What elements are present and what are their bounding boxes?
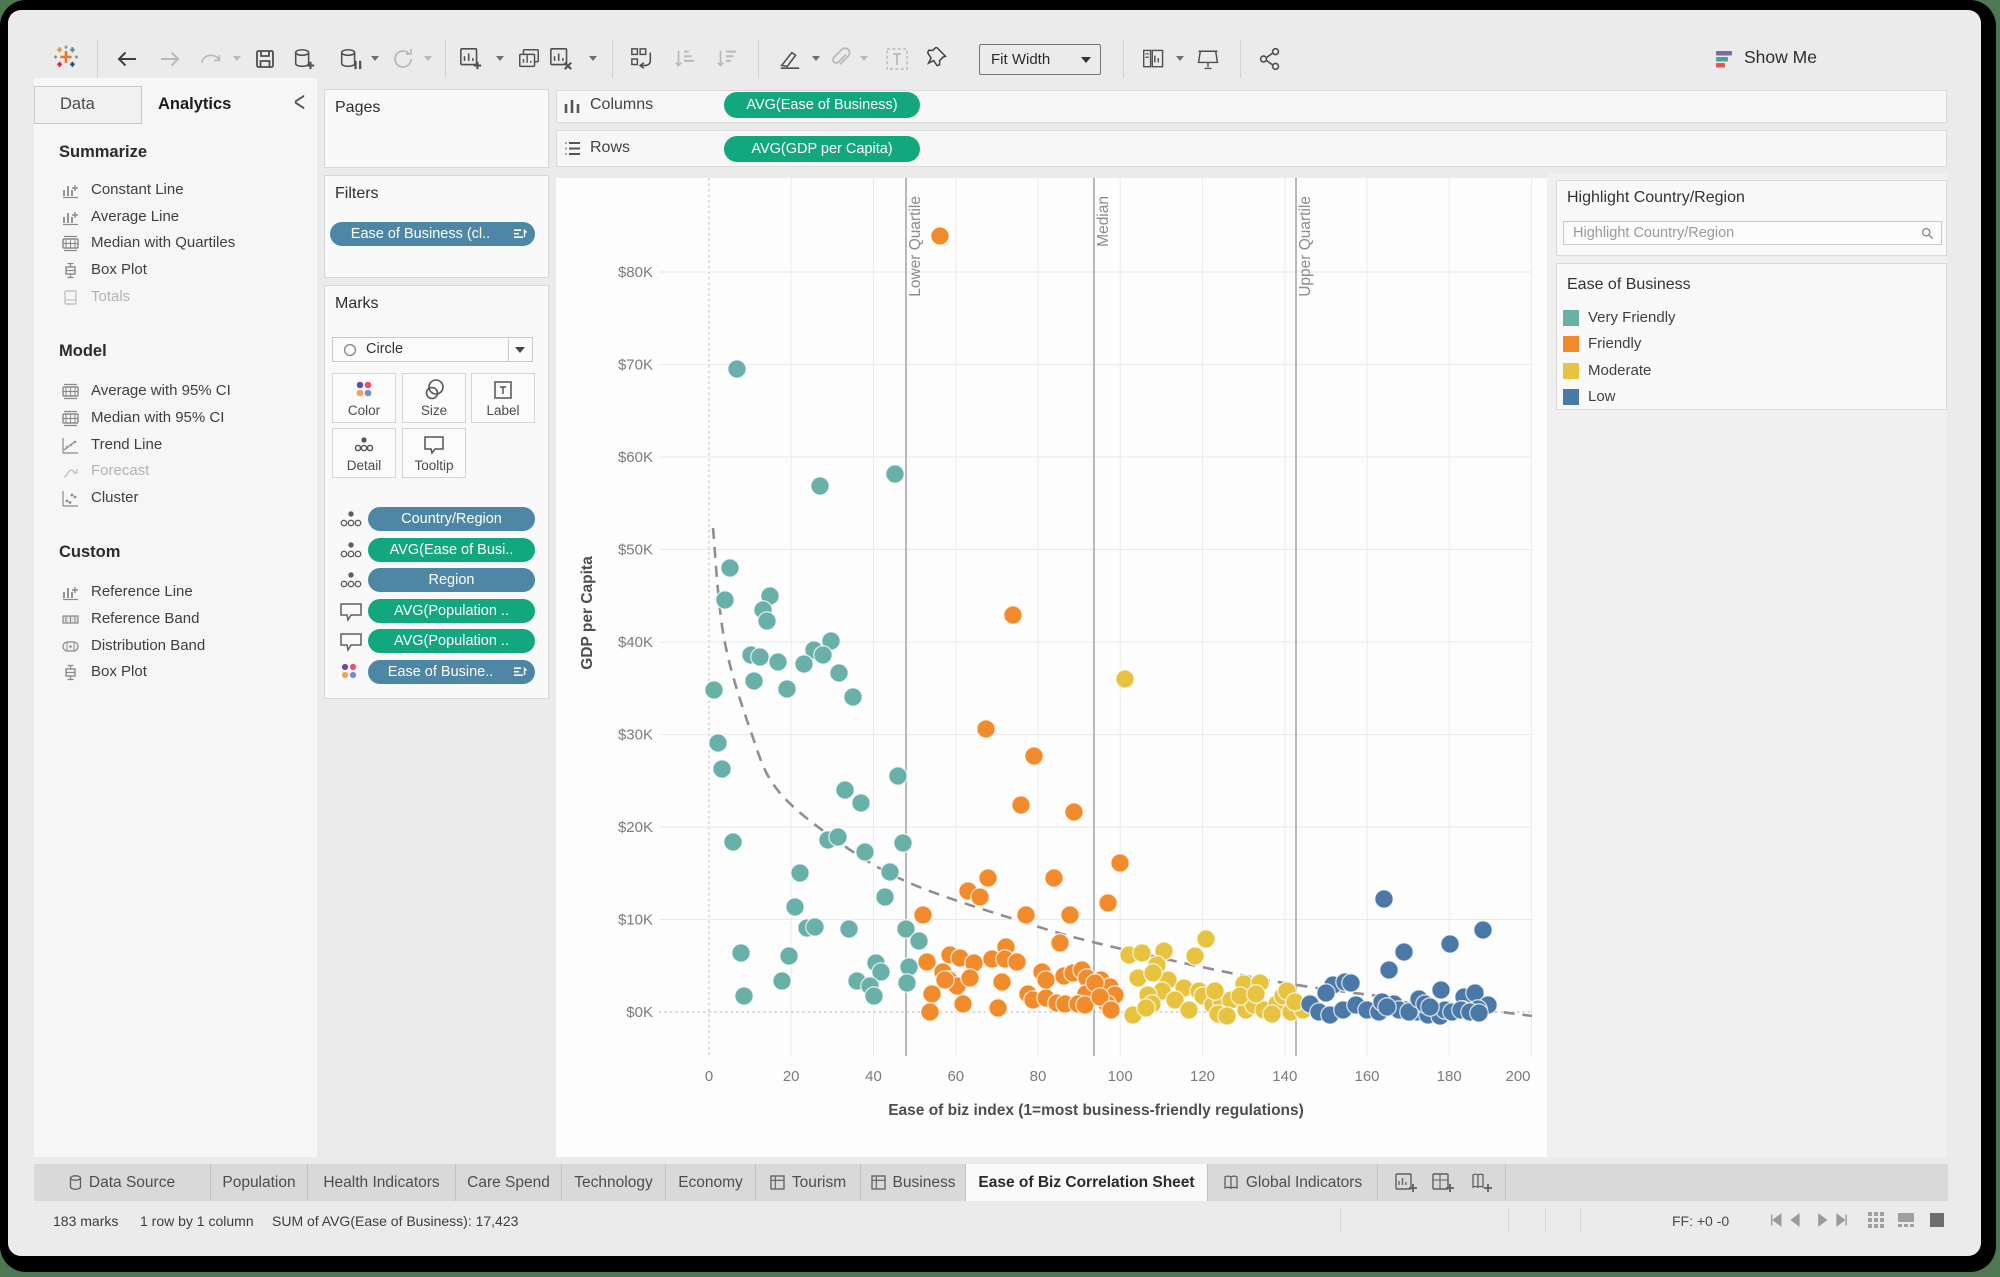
svg-text:$40K: $40K — [618, 634, 653, 651]
svg-text:120: 120 — [1190, 1068, 1215, 1085]
svg-text:$50K: $50K — [618, 542, 653, 559]
svg-text:160: 160 — [1354, 1068, 1379, 1085]
svg-text:Median: Median — [1095, 196, 1112, 247]
svg-text:40: 40 — [865, 1068, 882, 1085]
svg-text:$60K: $60K — [618, 449, 653, 466]
svg-text:100: 100 — [1108, 1068, 1133, 1085]
svg-text:$20K: $20K — [618, 819, 653, 836]
svg-text:$80K: $80K — [618, 264, 653, 281]
svg-text:Upper Quartile: Upper Quartile — [1297, 196, 1314, 297]
svg-text:180: 180 — [1437, 1068, 1462, 1085]
svg-text:0: 0 — [705, 1068, 713, 1085]
svg-text:$70K: $70K — [618, 357, 653, 374]
svg-text:Lower Quartile: Lower Quartile — [907, 196, 924, 297]
svg-text:Ease of biz index (1=most busi: Ease of biz index (1=most business-frien… — [888, 1102, 1304, 1119]
svg-text:GDP per Capita: GDP per Capita — [579, 556, 596, 670]
svg-text:20: 20 — [783, 1068, 800, 1085]
svg-text:$10K: $10K — [618, 912, 653, 929]
svg-text:$0K: $0K — [626, 1004, 653, 1021]
svg-text:200: 200 — [1505, 1068, 1530, 1085]
svg-text:60: 60 — [947, 1068, 964, 1085]
svg-text:140: 140 — [1272, 1068, 1297, 1085]
svg-text:$30K: $30K — [618, 727, 653, 744]
svg-text:80: 80 — [1030, 1068, 1047, 1085]
